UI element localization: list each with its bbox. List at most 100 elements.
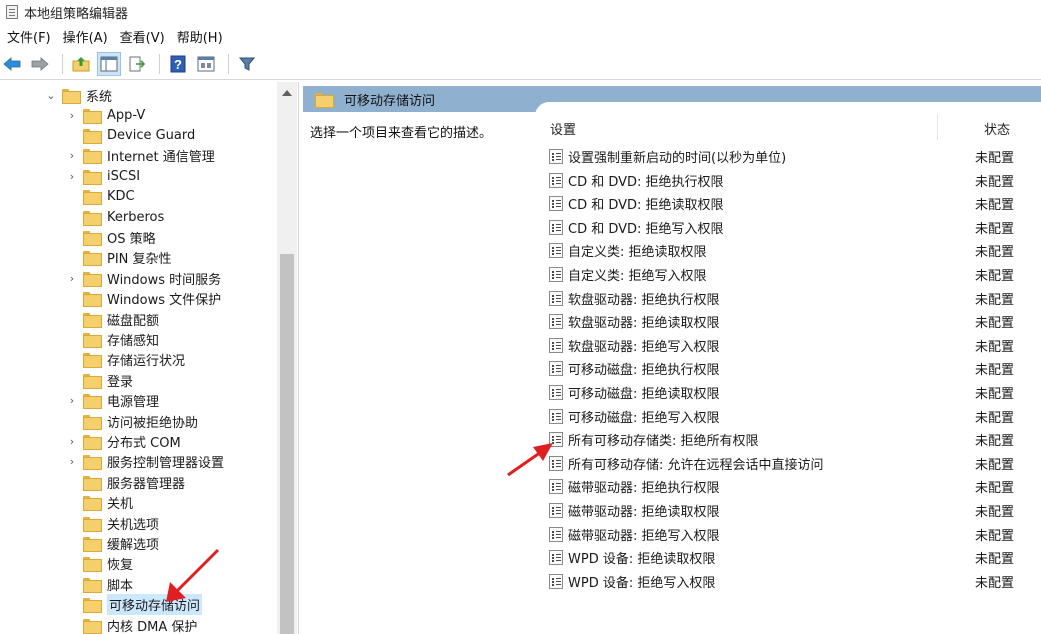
column-separator[interactable]	[937, 114, 938, 140]
tree-node[interactable]: 存储运行状况	[67, 350, 185, 370]
chevron-down-icon[interactable]: ⌄	[46, 89, 56, 102]
show-hide-tree-icon[interactable]	[97, 51, 121, 76]
chevron-right-icon[interactable]: ›	[67, 272, 77, 285]
policy-setting-row[interactable]: 磁带驱动器: 拒绝执行权限 未配置	[549, 475, 1029, 498]
tree-node[interactable]: › Windows 时间服务	[67, 268, 221, 288]
scrollbar-thumb[interactable]	[280, 254, 294, 634]
policy-setting-state: 未配置	[975, 198, 1015, 214]
policy-setting-row[interactable]: CD 和 DVD: 拒绝写入权限 未配置	[549, 216, 1029, 239]
policy-setting-row[interactable]: 软盘驱动器: 拒绝执行权限 未配置	[549, 287, 1029, 310]
tree-node[interactable]: Kerberos	[67, 207, 164, 227]
tree-node-system[interactable]: ⌄ 系统	[46, 85, 112, 105]
policy-setting-row[interactable]: 可移动磁盘: 拒绝执行权限 未配置	[549, 357, 1029, 380]
policy-setting-row[interactable]: 磁带驱动器: 拒绝读取权限 未配置	[549, 499, 1029, 522]
policy-setting-row[interactable]: CD 和 DVD: 拒绝执行权限 未配置	[549, 169, 1029, 192]
column-header-state[interactable]: 状态	[984, 119, 1010, 139]
tree-node-label: 电源管理	[107, 395, 160, 411]
tree-node-label: 存储运行状况	[107, 354, 186, 370]
folder-icon	[83, 312, 102, 328]
up-folder-icon[interactable]	[69, 52, 93, 76]
folder-icon	[83, 373, 102, 389]
policy-setting-row[interactable]: 自定义类: 拒绝写入权限 未配置	[549, 263, 1029, 286]
folder-icon	[83, 128, 102, 144]
tree-node-label: iSCSI	[107, 168, 141, 184]
tree-node[interactable]: › Internet 通信管理	[67, 146, 215, 166]
policy-setting-state: 未配置	[975, 292, 1015, 308]
tree-node-label: Windows 文件保护	[107, 293, 222, 309]
description-text: 选择一个项目来查看它的描述。	[310, 126, 493, 141]
tree-node[interactable]: 内核 DMA 保护	[67, 615, 197, 634]
menu-file[interactable]: 文件(F)	[4, 27, 60, 46]
menu-action[interactable]: 操作(A)	[60, 27, 117, 46]
tree-node[interactable]: 登录	[67, 370, 133, 390]
policy-setting-state: 未配置	[975, 505, 1015, 520]
tree-node[interactable]: OS 策略	[67, 227, 156, 247]
tree-node[interactable]: › 分布式 COM	[67, 431, 181, 451]
chevron-right-icon[interactable]: ›	[67, 394, 77, 407]
tree-node[interactable]: 缓解选项	[67, 533, 159, 553]
export-list-icon[interactable]	[125, 52, 149, 76]
tree-node[interactable]: › App-V	[67, 105, 145, 125]
policy-setting-icon	[549, 455, 563, 471]
tree-node[interactable]: KDC	[67, 187, 135, 207]
policy-setting-name: 可移动磁盘: 拒绝执行权限	[568, 363, 720, 379]
folder-icon	[62, 88, 81, 104]
tree-node-selected[interactable]: 可移动存储访问	[67, 594, 203, 616]
policy-setting-row[interactable]: 自定义类: 拒绝读取权限 未配置	[549, 239, 1029, 262]
help-icon[interactable]: ?	[166, 52, 190, 76]
column-header-setting[interactable]: 设置	[550, 119, 576, 139]
properties-icon[interactable]	[194, 52, 218, 76]
policy-setting-row[interactable]: WPD 设备: 拒绝写入权限 未配置	[549, 570, 1029, 593]
tree-node[interactable]: 磁盘配额	[67, 309, 159, 329]
policy-setting-state: 未配置	[975, 410, 1015, 426]
tree-node[interactable]: › 服务控制管理器设置	[67, 452, 224, 472]
forward-arrow-icon[interactable]	[28, 52, 52, 76]
policy-setting-row[interactable]: CD 和 DVD: 拒绝读取权限 未配置	[549, 192, 1029, 215]
policy-setting-row[interactable]: 磁带驱动器: 拒绝写入权限 未配置	[549, 523, 1029, 546]
policy-setting-row[interactable]: 软盘驱动器: 拒绝写入权限 未配置	[549, 334, 1029, 357]
chevron-right-icon[interactable]: ›	[67, 149, 77, 162]
tree-node[interactable]: 访问被拒绝协助	[67, 411, 198, 431]
filter-icon[interactable]	[235, 52, 259, 76]
back-arrow-icon[interactable]	[0, 52, 24, 76]
chevron-right-icon[interactable]: ›	[67, 455, 77, 468]
policy-setting-row[interactable]: 所有可移动存储类: 拒绝所有权限 未配置	[549, 428, 1029, 451]
policy-setting-row[interactable]: 可移动磁盘: 拒绝读取权限 未配置	[549, 381, 1029, 404]
policy-setting-row[interactable]: WPD 设备: 拒绝读取权限 未配置	[549, 546, 1029, 569]
tree-node[interactable]: 存储感知	[67, 329, 159, 349]
navigation-tree[interactable]: ⌄ 系统 › App-V Device Guard › Internet 通信管理 › iS…	[0, 82, 299, 634]
tree-node[interactable]: Device Guard	[67, 125, 195, 145]
policy-setting-row[interactable]: 可移动磁盘: 拒绝写入权限 未配置	[549, 405, 1029, 428]
settings-list[interactable]: 设置 状态 设置强制重新启动的时间(以秒为单位) 未配置 CD 和 DVD: 拒绝执…	[535, 102, 1041, 634]
policy-setting-name: 磁带驱动器: 拒绝执行权限	[568, 481, 720, 497]
scroll-up-arrow-icon[interactable]	[282, 90, 292, 96]
folder-icon	[83, 332, 102, 348]
tree-node[interactable]: › 电源管理	[67, 391, 159, 411]
chevron-right-icon[interactable]: ›	[67, 170, 77, 183]
tree-node[interactable]: 关机选项	[67, 513, 159, 533]
tree-node[interactable]: PIN 复杂性	[67, 248, 172, 268]
toolbar-separator	[62, 53, 63, 74]
chevron-right-icon[interactable]: ›	[67, 435, 77, 448]
policy-setting-row[interactable]: 所有可移动存储: 允许在远程会话中直接访问 未配置	[549, 452, 1029, 475]
policy-setting-row[interactable]: 设置强制重新启动的时间(以秒为单位) 未配置	[549, 145, 1029, 168]
tree-scrollbar[interactable]	[277, 82, 297, 634]
policy-setting-icon	[549, 196, 563, 212]
chevron-right-icon[interactable]: ›	[67, 109, 77, 122]
menu-help[interactable]: 帮助(H)	[174, 27, 232, 46]
tree-node[interactable]: Windows 文件保护	[67, 289, 221, 309]
tree-node[interactable]: 服务器管理器	[67, 472, 185, 492]
menu-view[interactable]: 查看(V)	[117, 27, 174, 46]
tree-node[interactable]: › iSCSI	[67, 166, 140, 186]
policy-setting-icon	[549, 290, 563, 306]
tree-node[interactable]: 关机	[67, 493, 133, 513]
tree-node-label: 服务控制管理器设置	[107, 456, 225, 472]
policy-setting-icon	[549, 432, 563, 448]
tree-node[interactable]: 恢复	[67, 554, 133, 574]
tree-node[interactable]: 脚本	[67, 574, 133, 594]
policy-setting-row[interactable]: 软盘驱动器: 拒绝读取权限 未配置	[549, 310, 1029, 333]
